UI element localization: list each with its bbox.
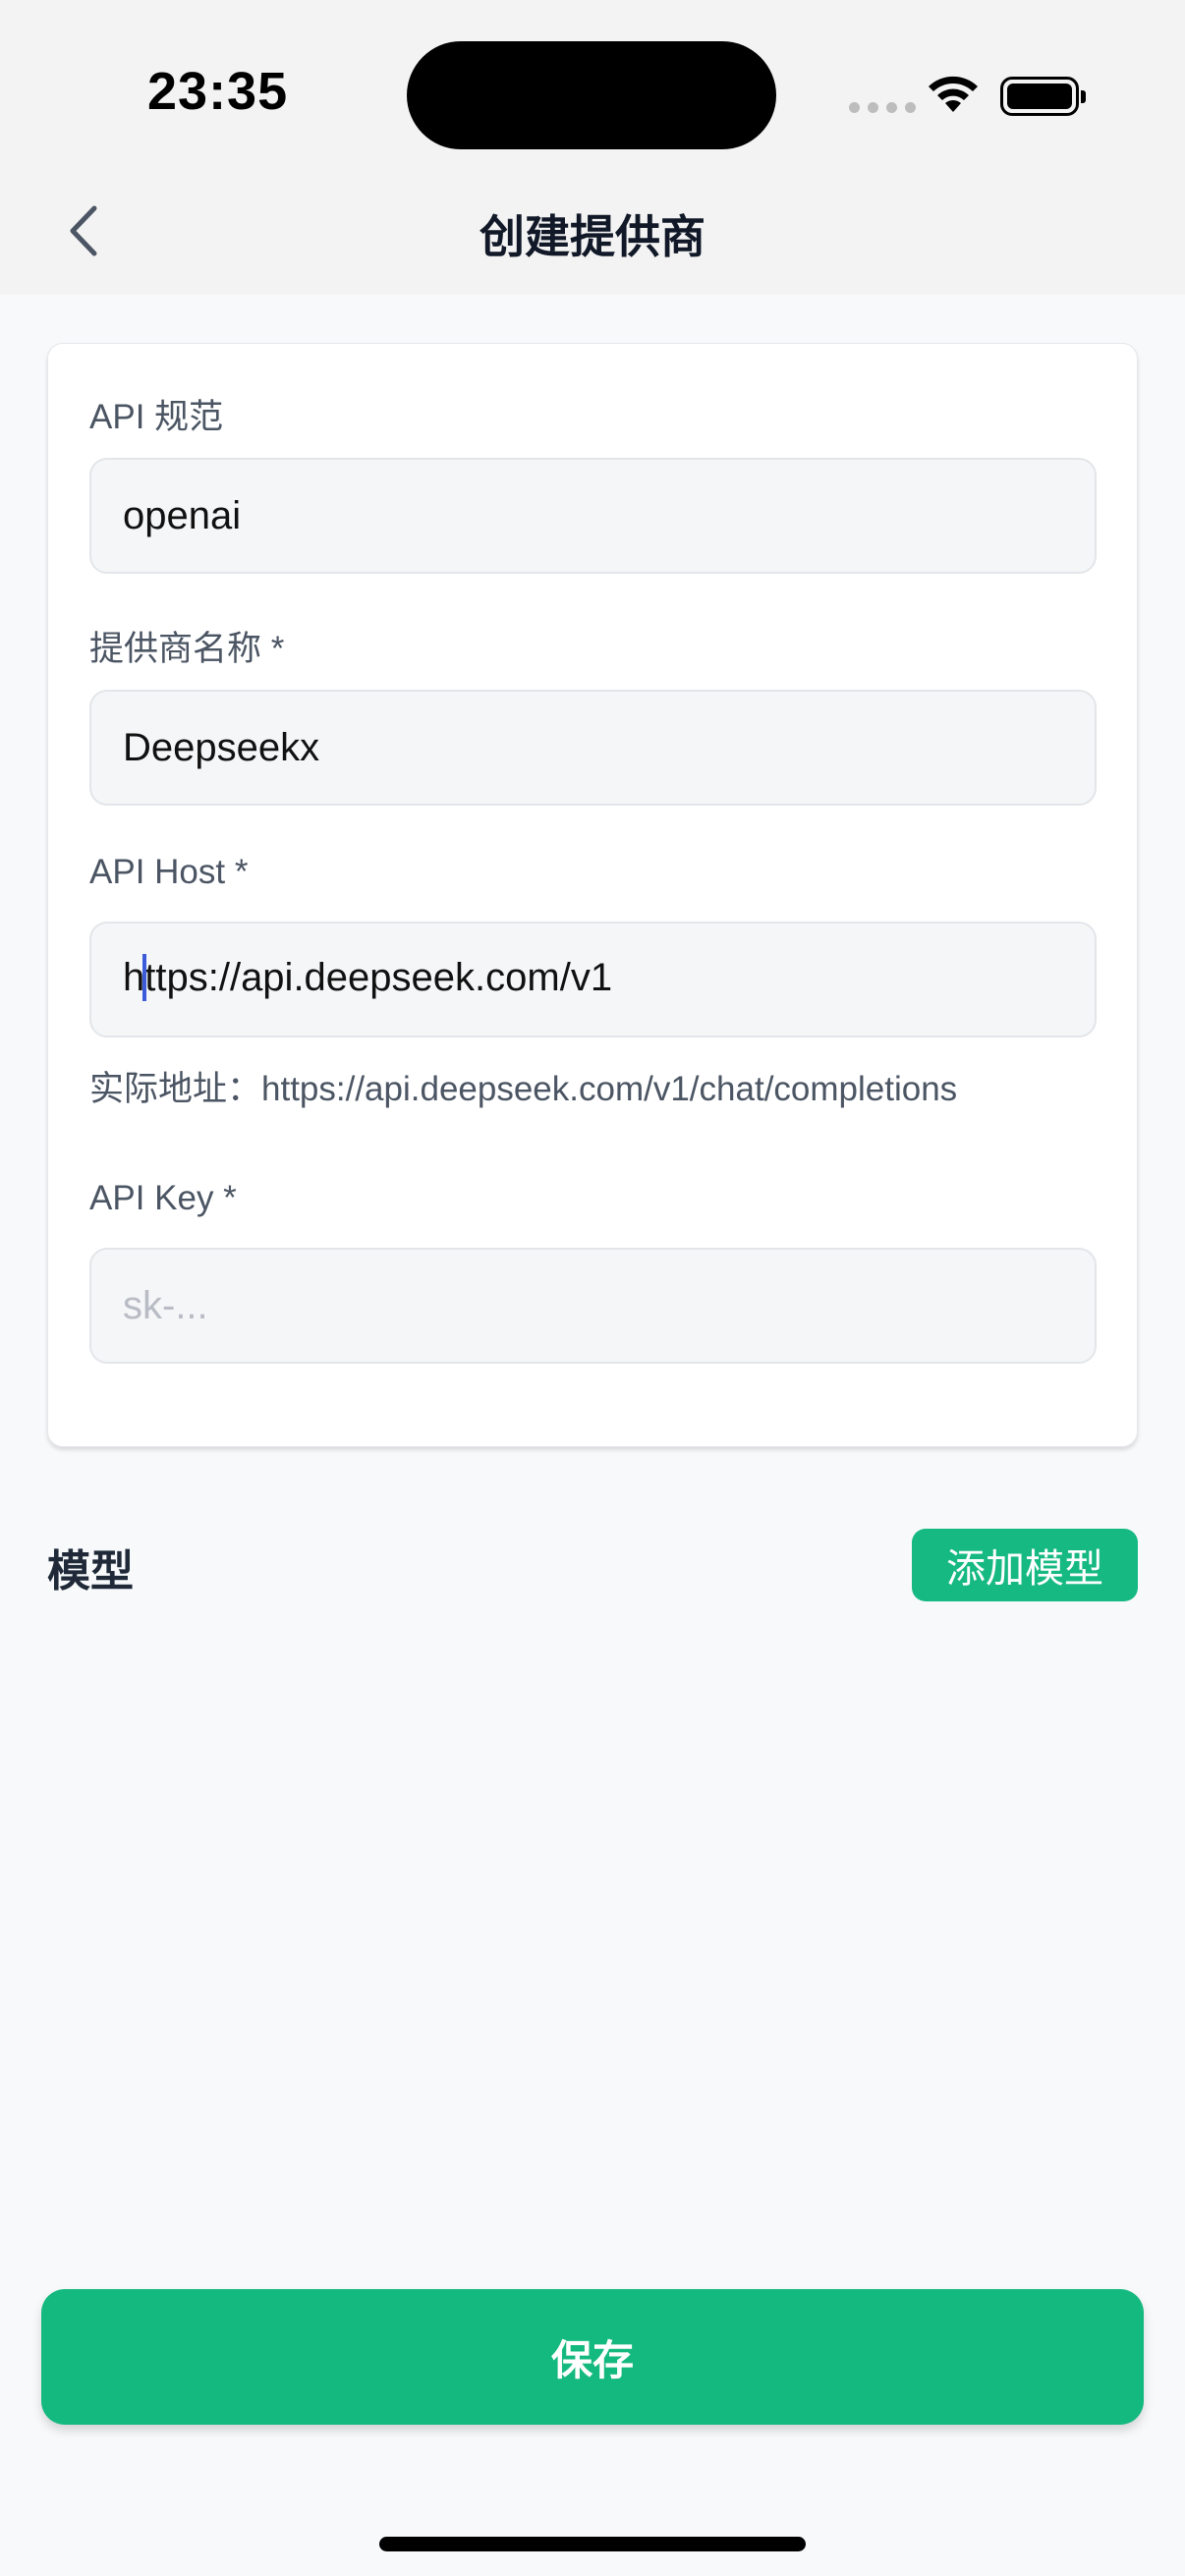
api-host-value: https://api.deepseek.com/v1: [123, 954, 613, 1003]
api-key-placeholder: sk-...: [123, 1283, 208, 1327]
actual-address-hint: 实际地址：https://api.deepseek.com/v1/chat/co…: [89, 1070, 958, 1108]
api-spec-value: openai: [123, 493, 242, 537]
battery-icon: [1000, 77, 1086, 116]
api-host-field[interactable]: https://api.deepseek.com/v1: [89, 922, 1097, 1037]
home-indicator[interactable]: [379, 2537, 806, 2551]
api-key-label: API Key *: [89, 1179, 237, 1217]
save-button[interactable]: 保存: [41, 2289, 1144, 2425]
api-key-field[interactable]: sk-...: [89, 1248, 1097, 1364]
cellular-signal-icon: [849, 102, 916, 113]
provider-name-label: 提供商名称 *: [89, 630, 285, 668]
page-title: 创建提供商: [480, 211, 705, 262]
provider-name-field[interactable]: Deepseekx: [89, 690, 1097, 806]
dynamic-island: [407, 41, 776, 149]
provider-form-card: API 规范 openai 提供商名称 * Deepseekx API Host…: [47, 343, 1138, 1447]
text-caret: [142, 954, 147, 1002]
api-spec-label: API 规范: [89, 398, 224, 436]
provider-name-value: Deepseekx: [123, 725, 320, 769]
wifi-icon: [929, 76, 978, 112]
models-section-title: 模型: [47, 1547, 134, 1596]
api-host-label: API Host *: [89, 853, 249, 891]
api-host-value-rest: ttps://api.deepseek.com/v1: [144, 955, 613, 999]
status-time: 23:35: [147, 62, 289, 121]
add-model-button[interactable]: 添加模型: [912, 1529, 1138, 1601]
top-bar: 23:35 创建提供商: [0, 0, 1185, 295]
api-spec-field[interactable]: openai: [89, 458, 1097, 574]
api-host-value-start: h: [123, 955, 145, 999]
